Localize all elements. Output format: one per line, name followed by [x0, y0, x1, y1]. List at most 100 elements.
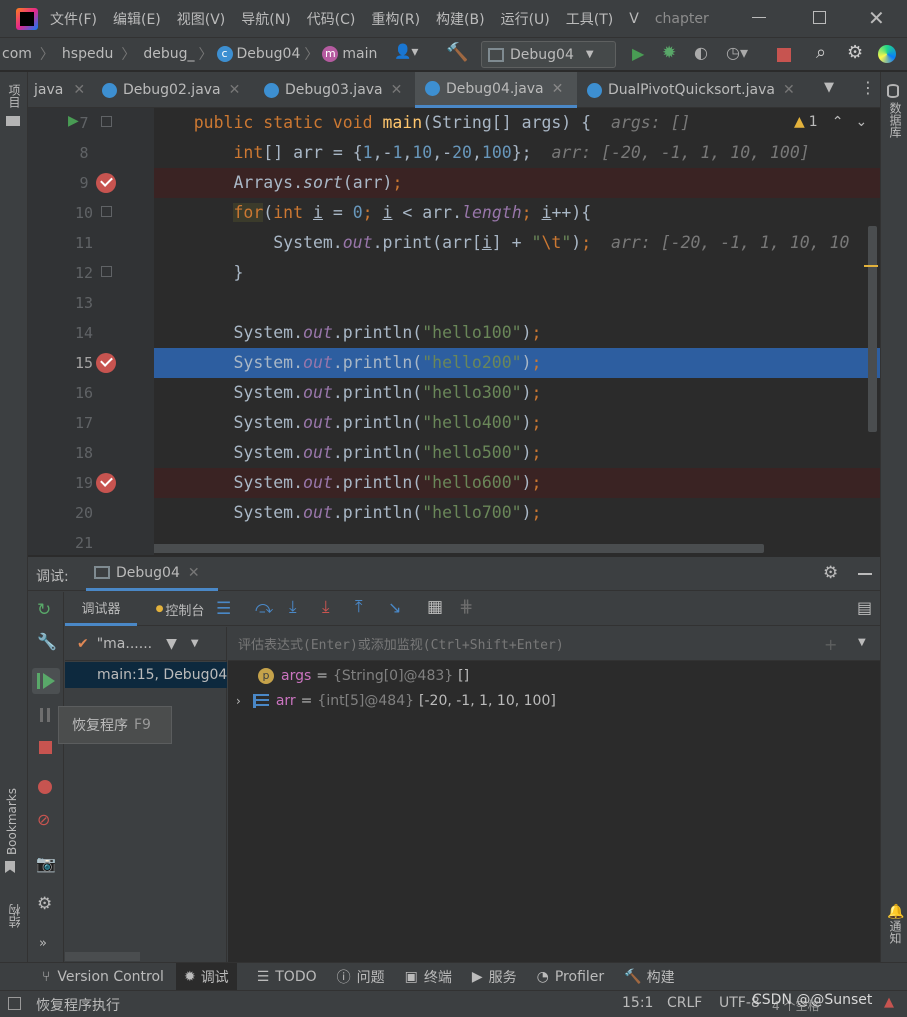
breakpoint-icon[interactable] [96, 353, 116, 373]
close-tab-icon[interactable]: ✕ [391, 82, 403, 98]
user-icon[interactable]: 👤▾ [394, 44, 418, 60]
hide-panel-icon[interactable] [858, 573, 872, 575]
close-tab-icon[interactable]: ✕ [552, 81, 564, 97]
project-tool-button[interactable]: 项目 [6, 84, 23, 126]
inspection-widget[interactable]: ▲ 1 ⌃ ⌄ [790, 114, 872, 130]
variable-row[interactable]: p args = {String[0]@483} [] [228, 663, 880, 689]
tab-debug02[interactable]: Debug02.java ✕ [102, 72, 240, 108]
menu-vcs[interactable]: V [629, 11, 639, 27]
settings-gear-icon[interactable]: ⚙ [37, 894, 52, 914]
tab-java[interactable]: java ✕ [34, 72, 85, 108]
code-editor[interactable]: public static void main(String[] args) {… [154, 108, 880, 555]
layout-settings-icon[interactable]: ▤ [857, 598, 872, 617]
breakpoint-icon[interactable] [96, 473, 116, 493]
notifications-tool-button[interactable]: 🔔 通知 [887, 904, 904, 944]
breakpoint-icon[interactable] [96, 173, 116, 193]
settings-gear-icon[interactable]: ⚙ [847, 42, 863, 63]
more-vertical-icon[interactable]: ⋮ [860, 78, 876, 97]
line-separator[interactable]: CRLF [667, 995, 702, 1011]
version-control-tool[interactable]: ⑂ Version Control [42, 969, 164, 985]
pause-program-icon[interactable] [40, 708, 50, 722]
close-session-icon[interactable]: ✕ [188, 565, 200, 581]
services-tool[interactable]: ▶ 服务 [472, 967, 517, 987]
rerun-icon[interactable]: ↻ [37, 600, 51, 620]
breadcrumb-com[interactable]: com [2, 46, 32, 62]
status-panel-toggle-icon[interactable] [8, 997, 21, 1010]
menu-build[interactable]: 构建(B) [436, 9, 485, 29]
profiler-tool[interactable]: ◔ Profiler [537, 969, 605, 985]
run-gutter-icon[interactable]: ▶ [68, 113, 79, 129]
close-tab-icon[interactable]: ✕ [73, 82, 85, 98]
tab-debug04[interactable]: Debug04.java ✕ [415, 72, 577, 108]
run-icon[interactable]: ▶ [632, 44, 644, 63]
database-tool-button[interactable]: 数据库 [887, 84, 904, 138]
resume-program-icon[interactable] [32, 668, 60, 694]
coverage-icon[interactable]: ◐ [694, 43, 708, 62]
fold-icon[interactable] [101, 116, 112, 127]
tabs-overflow-chevron-icon[interactable]: ▼ [824, 80, 834, 95]
tab-dualpivotquicksort[interactable]: DualPivotQuicksort.java ✕ [587, 72, 795, 108]
menu-code[interactable]: 代码(C) [307, 9, 356, 29]
terminal-tool[interactable]: ▣ 终端 [405, 967, 452, 987]
breadcrumb-class[interactable]: Debug04 [237, 46, 301, 62]
bookmarks-tool-button[interactable]: Bookmarks [5, 788, 19, 874]
stop-icon[interactable] [777, 48, 791, 62]
vertical-scrollbar[interactable] [868, 226, 877, 432]
tab-debugger[interactable]: 调试器 [65, 592, 137, 626]
chevron-down-icon[interactable]: ▼ [858, 637, 866, 648]
menu-tools[interactable]: 工具(T) [566, 9, 613, 29]
menu-navigate[interactable]: 导航(N) [241, 9, 290, 29]
menu-edit[interactable]: 编辑(E) [113, 9, 161, 29]
run-config-select[interactable]: Debug04 ▼ [481, 41, 616, 68]
caret-position[interactable]: 15:1 [622, 995, 653, 1011]
search-icon[interactable]: ⌕ [816, 42, 826, 63]
maximize-button[interactable] [813, 11, 826, 24]
close-button[interactable]: ✕ [868, 6, 885, 30]
breadcrumb-debug[interactable]: debug_ [143, 46, 194, 62]
show-execution-point-icon[interactable]: ☰ [216, 599, 231, 619]
evaluate-input[interactable]: 评估表达式(Enter)或添加监视(Ctrl+Shift+Enter) + ▼ [228, 627, 880, 661]
horizontal-scrollbar[interactable] [154, 544, 764, 553]
menu-refactor[interactable]: 重构(R) [371, 9, 420, 29]
view-breakpoints-icon[interactable] [38, 780, 52, 794]
trace-stream-icon[interactable]: ⋕ [459, 597, 473, 617]
problems-tool[interactable]: ⓘ 问题 [337, 967, 385, 987]
modify-config-wrench-icon[interactable]: 🔧 [37, 632, 57, 651]
previous-highlight-icon[interactable]: ⌃ [832, 114, 844, 130]
plugin-icon[interactable] [878, 45, 896, 63]
profile-icon[interactable]: ◷▾ [726, 43, 748, 62]
camera-icon[interactable]: 📷 [36, 854, 56, 873]
debug-tool[interactable]: ✹ 调试 [175, 962, 237, 991]
run-to-cursor-icon[interactable]: ↘ [388, 598, 401, 617]
step-over-icon[interactable]: ⤼ [255, 598, 273, 618]
menu-file[interactable]: 文件(F) [50, 9, 97, 29]
notification-icon[interactable]: ▲ [884, 995, 894, 1010]
add-watch-icon[interactable]: + [824, 635, 837, 654]
force-step-into-icon[interactable]: ⤓ [322, 597, 330, 617]
structure-tool-button[interactable]: 结构 [6, 904, 23, 928]
breadcrumb-hspedu[interactable]: hspedu [62, 46, 113, 62]
step-out-icon[interactable]: ⤒ [355, 597, 363, 617]
next-highlight-icon[interactable]: ⌄ [855, 114, 867, 130]
minimize-button[interactable] [752, 17, 766, 18]
todo-tool[interactable]: ☰ TODO [257, 969, 317, 985]
frame-item[interactable]: main:15, Debug04 [65, 662, 227, 688]
close-tab-icon[interactable]: ✕ [783, 82, 795, 98]
evaluate-expression-icon[interactable]: ▦ [427, 597, 443, 617]
stop-icon[interactable] [39, 741, 52, 754]
more-actions-icon[interactable]: » [39, 936, 47, 951]
tab-console[interactable]: ● 控制台 [145, 592, 215, 626]
thread-selector[interactable]: ✔ "ma...... ▼ ▼ [65, 627, 227, 661]
fold-icon[interactable] [101, 206, 112, 217]
editor-gutter[interactable]: 7 8 9 10 11 12 13 14 15 16 17 18 19 20 2… [28, 108, 154, 555]
chevron-down-icon[interactable]: ▼ [191, 638, 199, 649]
filter-icon[interactable]: ▼ [166, 636, 177, 652]
expand-chevron-icon[interactable]: › [236, 694, 241, 708]
build-hammer-icon[interactable]: 🔨 [446, 42, 468, 63]
breadcrumb-method[interactable]: main [342, 46, 377, 62]
debug-settings-icon[interactable]: ⚙ [823, 563, 838, 583]
variable-row[interactable]: › arr = {int[5]@484} [-20, -1, 1, 10, 10… [228, 688, 880, 714]
mute-breakpoints-icon[interactable]: ⊘ [37, 810, 50, 829]
step-into-icon[interactable]: ⤓ [289, 597, 297, 617]
menu-run[interactable]: 运行(U) [501, 9, 550, 29]
